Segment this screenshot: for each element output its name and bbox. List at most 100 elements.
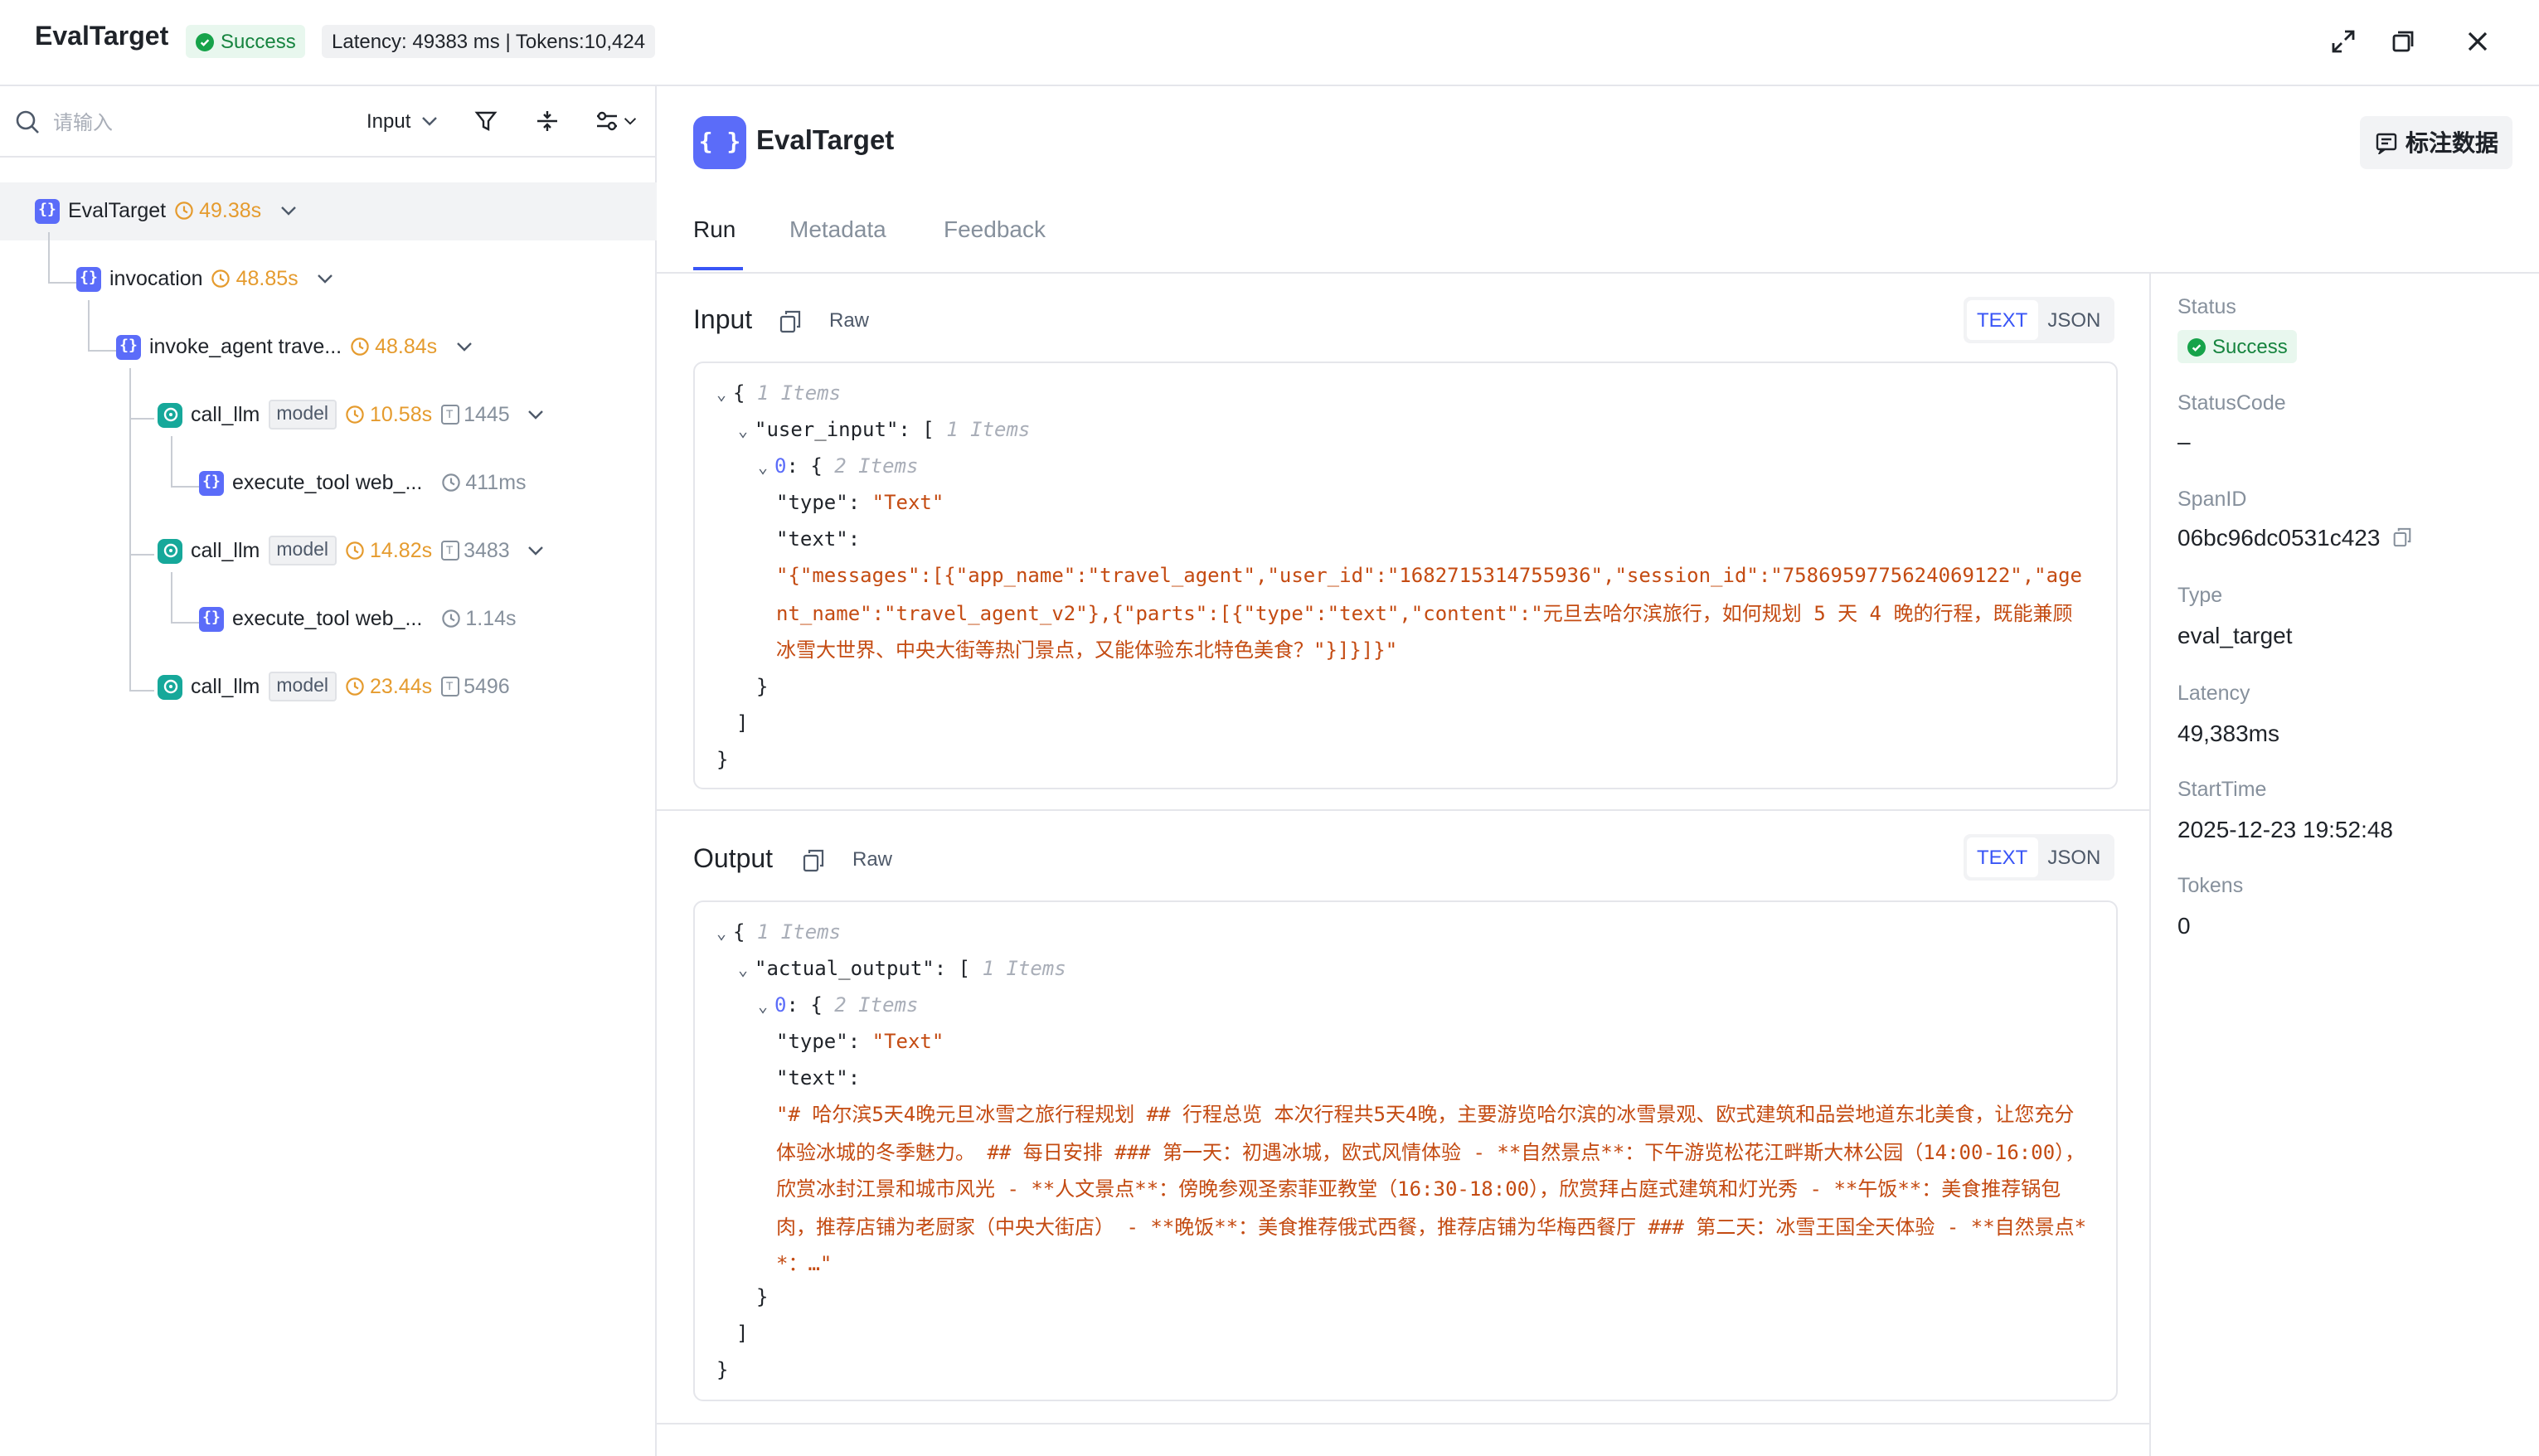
tree-node-execute-tool[interactable]: {} execute_tool web_... 1.14s <box>199 602 517 635</box>
type-value: eval_target <box>2177 622 2293 648</box>
tree-node-duration: 49.38s <box>174 199 261 222</box>
raw-toggle[interactable]: Raw <box>852 847 892 871</box>
clock-icon <box>351 337 369 356</box>
clock-icon <box>346 677 364 696</box>
brace-icon: {} <box>116 334 141 359</box>
json-line: ⌄ 0: { 2 Items <box>758 448 918 488</box>
tab-metadata[interactable]: Metadata <box>789 216 886 242</box>
brace-icon: { } <box>693 116 746 169</box>
llm-icon <box>158 674 182 699</box>
collapse-icon[interactable] <box>536 109 559 133</box>
annotate-data-label: 标注数据 <box>2405 129 2498 156</box>
chevron-down-icon[interactable]: ⌄ <box>758 990 774 1026</box>
tree-node-invoke-agent[interactable]: {} invoke_agent trave... 48.84s <box>116 330 472 363</box>
chevron-down-icon[interactable]: ⌄ <box>738 415 755 451</box>
input-section-title: Input <box>693 307 753 335</box>
token-icon: T <box>440 405 459 425</box>
output-section-title: Output <box>693 846 774 874</box>
json-line: ⌄ 0: { 2 Items <box>758 987 918 1026</box>
copy-icon[interactable] <box>2393 527 2411 547</box>
tab-feedback[interactable]: Feedback <box>944 216 1046 242</box>
close-icon[interactable] <box>2463 27 2493 56</box>
json-line: ⌄ "actual_output": [ 1 Items <box>738 950 1066 990</box>
format-toggle[interactable]: TEXT JSON <box>1964 834 2114 881</box>
tree-node-label: EvalTarget <box>68 199 167 222</box>
tree-node-duration: 411ms <box>440 471 527 494</box>
format-toggle[interactable]: TEXT JSON <box>1964 297 2114 343</box>
raw-toggle[interactable]: Raw <box>829 308 869 332</box>
status-label: Status <box>2177 295 2236 318</box>
settings-icon[interactable] <box>595 109 637 133</box>
status-badge: Success <box>2177 330 2298 363</box>
llm-icon <box>158 402 182 427</box>
tree-node-call-llm[interactable]: call_llm model 10.58s T 1445 <box>158 398 545 431</box>
json-line: "type": "Text" <box>776 491 944 514</box>
clock-icon <box>346 541 364 560</box>
filter-icon[interactable] <box>474 109 498 133</box>
field-filter-select[interactable]: Input <box>367 109 437 133</box>
json-line: ⌄{ 1 Items <box>716 375 841 415</box>
expand-icon[interactable] <box>2328 27 2358 56</box>
tree-node-label: call_llm <box>191 403 260 426</box>
copy-icon[interactable] <box>803 849 824 872</box>
text-format-button[interactable]: TEXT <box>1967 837 2038 877</box>
tab-run[interactable]: Run <box>693 216 735 242</box>
active-tab-indicator <box>693 267 743 270</box>
annotate-icon <box>2375 133 2396 154</box>
statuscode-value: – <box>2177 428 2191 454</box>
latency-label: Latency <box>2177 682 2250 705</box>
clock-icon <box>175 201 193 220</box>
json-line: "type": "Text" <box>776 1030 944 1053</box>
chevron-down-icon[interactable] <box>455 342 472 352</box>
json-line: ⌄ "user_input": [ 1 Items <box>738 411 1030 451</box>
search-icon <box>15 109 40 134</box>
annotate-data-button[interactable]: 标注数据 <box>2360 116 2512 169</box>
starttime-label: StartTime <box>2177 778 2267 801</box>
chevron-down-icon[interactable]: ⌄ <box>758 451 774 488</box>
span-title: EvalTarget <box>756 126 895 156</box>
chevron-down-icon[interactable] <box>528 546 545 556</box>
status-badge: Success <box>186 25 306 58</box>
tree-node-duration: 48.84s <box>350 335 437 358</box>
type-label: Type <box>2177 584 2223 607</box>
tree-node-tokens: T 1445 <box>440 403 510 426</box>
clock-icon <box>441 609 460 628</box>
copy-icon[interactable] <box>779 310 801 333</box>
tree-node-call-llm[interactable]: call_llm model 23.44s T 5496 <box>158 670 510 703</box>
chevron-down-icon[interactable] <box>528 410 545 420</box>
chevron-down-icon[interactable]: ⌄ <box>716 378 733 415</box>
chevron-down-icon[interactable]: ⌄ <box>716 917 733 954</box>
tree-node-tokens: T 5496 <box>440 675 510 698</box>
brace-icon: {} <box>199 606 224 631</box>
json-format-button[interactable]: JSON <box>2037 300 2110 340</box>
tree-node-duration: 23.44s <box>345 675 432 698</box>
field-filter-value: Input <box>367 109 411 133</box>
statuscode-label: StatusCode <box>2177 391 2286 415</box>
status-text: Success <box>2212 335 2288 358</box>
output-text-value: "# 哈尔滨5天4晚元旦冰雪之旅行程规划 ## 行程总览 本次行程共5天4晚，主… <box>776 1103 2087 1275</box>
chevron-down-icon[interactable]: ⌄ <box>738 954 755 990</box>
clock-icon <box>211 269 231 288</box>
tree-node-evaltarget[interactable]: {} EvalTarget 49.38s <box>35 194 296 227</box>
tree-node-execute-tool[interactable]: {} execute_tool web_... 411ms <box>199 466 527 499</box>
search-input[interactable] <box>53 106 335 139</box>
brace-icon: {} <box>76 266 101 291</box>
tokens-value: 0 <box>2177 912 2191 939</box>
tree-node-invocation[interactable]: {} invocation 48.85s <box>76 262 333 295</box>
restore-icon[interactable] <box>2388 27 2418 56</box>
chevron-down-icon[interactable] <box>279 206 296 216</box>
window-title: EvalTarget <box>35 23 169 51</box>
chevron-down-icon[interactable] <box>317 274 333 284</box>
brace-icon: {} <box>35 198 60 223</box>
spanid-value: 06bc96dc0531c423 <box>2177 524 2381 551</box>
json-format-button[interactable]: JSON <box>2037 837 2110 877</box>
tree-node-tokens: T 3483 <box>440 539 510 562</box>
brace-icon: {} <box>199 470 224 495</box>
spanid-row: 06bc96dc0531c423 <box>2177 524 2411 551</box>
tree-node-call-llm[interactable]: call_llm model 14.82s T 3483 <box>158 534 545 567</box>
text-format-button[interactable]: TEXT <box>1967 300 2038 340</box>
tree-node-label: call_llm <box>191 539 260 562</box>
check-circle-icon <box>196 32 214 51</box>
json-line: "text": <box>776 527 861 551</box>
llm-icon <box>158 538 182 563</box>
